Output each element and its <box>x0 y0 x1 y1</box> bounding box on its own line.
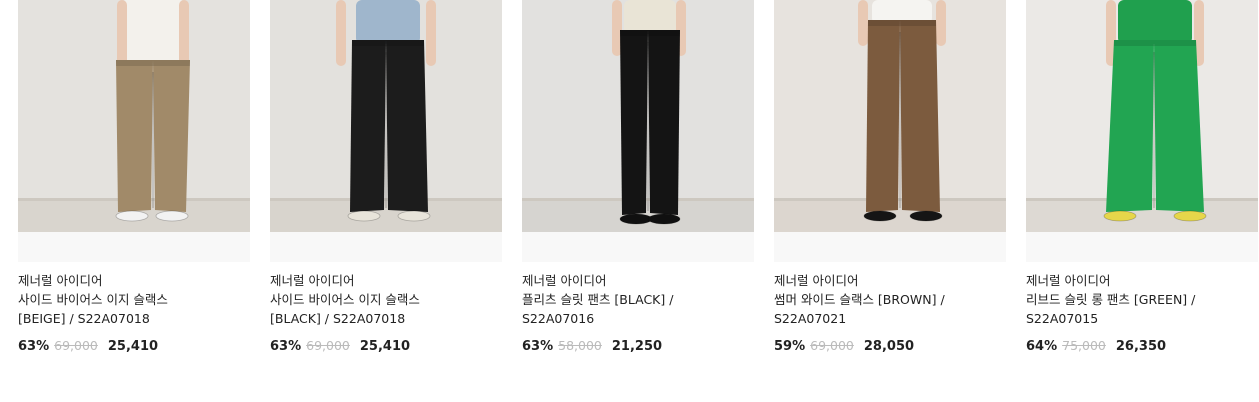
sale-price: 26,350 <box>1115 339 1167 354</box>
product-info: 제너럴 아이디어 썸머 와이드 슬랙스 [BROWN] / S22A07021 … <box>774 262 1006 356</box>
image-caption-bar <box>774 232 1006 262</box>
product-photo <box>270 0 502 232</box>
product-name[interactable]: 썸머 와이드 슬랙스 [BROWN] / S22A07021 <box>774 290 974 328</box>
product-name[interactable]: 리브드 슬릿 롱 팬츠 [GREEN] / S22A07015 <box>1026 290 1226 328</box>
price-row: 63% 69,000 25,410 <box>270 337 502 356</box>
image-caption-bar <box>270 232 502 262</box>
original-price: 69,000 <box>306 338 350 353</box>
product-name[interactable]: 사이드 바이어스 이지 슬랙스 [BLACK] / S22A07018 <box>270 290 470 328</box>
product-card[interactable]: 제너럴 아이디어 플리츠 슬릿 팬츠 [BLACK] / S22A07016 6… <box>522 0 754 356</box>
discount-rate: 63% <box>18 339 50 354</box>
product-brand[interactable]: 제너럴 아이디어 <box>270 272 502 290</box>
product-photo <box>774 0 1006 232</box>
price-row: 63% 69,000 25,410 <box>18 337 250 356</box>
sale-price: 28,050 <box>863 339 915 354</box>
product-image[interactable] <box>18 0 250 232</box>
sale-price: 25,410 <box>107 339 159 354</box>
discount-rate: 63% <box>522 339 554 354</box>
product-card[interactable]: 제너럴 아이디어 사이드 바이어스 이지 슬랙스 [BEIGE] / S22A0… <box>18 0 250 356</box>
image-caption-bar <box>1026 232 1258 262</box>
product-image[interactable] <box>1026 0 1258 232</box>
product-image[interactable] <box>522 0 754 232</box>
sale-price: 25,410 <box>359 339 411 354</box>
product-info: 제너럴 아이디어 리브드 슬릿 롱 팬츠 [GREEN] / S22A07015… <box>1026 262 1258 356</box>
product-name[interactable]: 사이드 바이어스 이지 슬랙스 [BEIGE] / S22A07018 <box>18 290 218 328</box>
image-caption-bar <box>18 232 250 262</box>
product-photo <box>18 0 250 232</box>
product-brand[interactable]: 제너럴 아이디어 <box>1026 272 1258 290</box>
product-brand[interactable]: 제너럴 아이디어 <box>522 272 754 290</box>
product-info: 제너럴 아이디어 사이드 바이어스 이지 슬랙스 [BLACK] / S22A0… <box>270 262 502 356</box>
price-row: 63% 58,000 21,250 <box>522 337 754 356</box>
product-card[interactable]: 제너럴 아이디어 리브드 슬릿 롱 팬츠 [GREEN] / S22A07015… <box>1026 0 1258 356</box>
price-row: 59% 69,000 28,050 <box>774 337 1006 356</box>
product-card[interactable]: 제너럴 아이디어 사이드 바이어스 이지 슬랙스 [BLACK] / S22A0… <box>270 0 502 356</box>
original-price: 69,000 <box>810 338 854 353</box>
product-card[interactable]: 제너럴 아이디어 썸머 와이드 슬랙스 [BROWN] / S22A07021 … <box>774 0 1006 356</box>
image-caption-bar <box>522 232 754 262</box>
product-info: 제너럴 아이디어 사이드 바이어스 이지 슬랙스 [BEIGE] / S22A0… <box>18 262 250 356</box>
original-price: 75,000 <box>1062 338 1106 353</box>
discount-rate: 63% <box>270 339 302 354</box>
original-price: 69,000 <box>54 338 98 353</box>
product-grid: 제너럴 아이디어 사이드 바이어스 이지 슬랙스 [BEIGE] / S22A0… <box>18 0 1258 356</box>
product-info: 제너럴 아이디어 플리츠 슬릿 팬츠 [BLACK] / S22A07016 6… <box>522 262 754 356</box>
discount-rate: 59% <box>774 339 806 354</box>
product-name[interactable]: 플리츠 슬릿 팬츠 [BLACK] / S22A07016 <box>522 290 722 328</box>
discount-rate: 64% <box>1026 339 1058 354</box>
original-price: 58,000 <box>558 338 602 353</box>
product-brand[interactable]: 제너럴 아이디어 <box>18 272 250 290</box>
sale-price: 21,250 <box>611 339 663 354</box>
price-row: 64% 75,000 26,350 <box>1026 337 1258 356</box>
product-image[interactable] <box>774 0 1006 232</box>
product-brand[interactable]: 제너럴 아이디어 <box>774 272 1006 290</box>
product-photo <box>522 0 754 232</box>
product-photo <box>1026 0 1258 232</box>
product-image[interactable] <box>270 0 502 232</box>
